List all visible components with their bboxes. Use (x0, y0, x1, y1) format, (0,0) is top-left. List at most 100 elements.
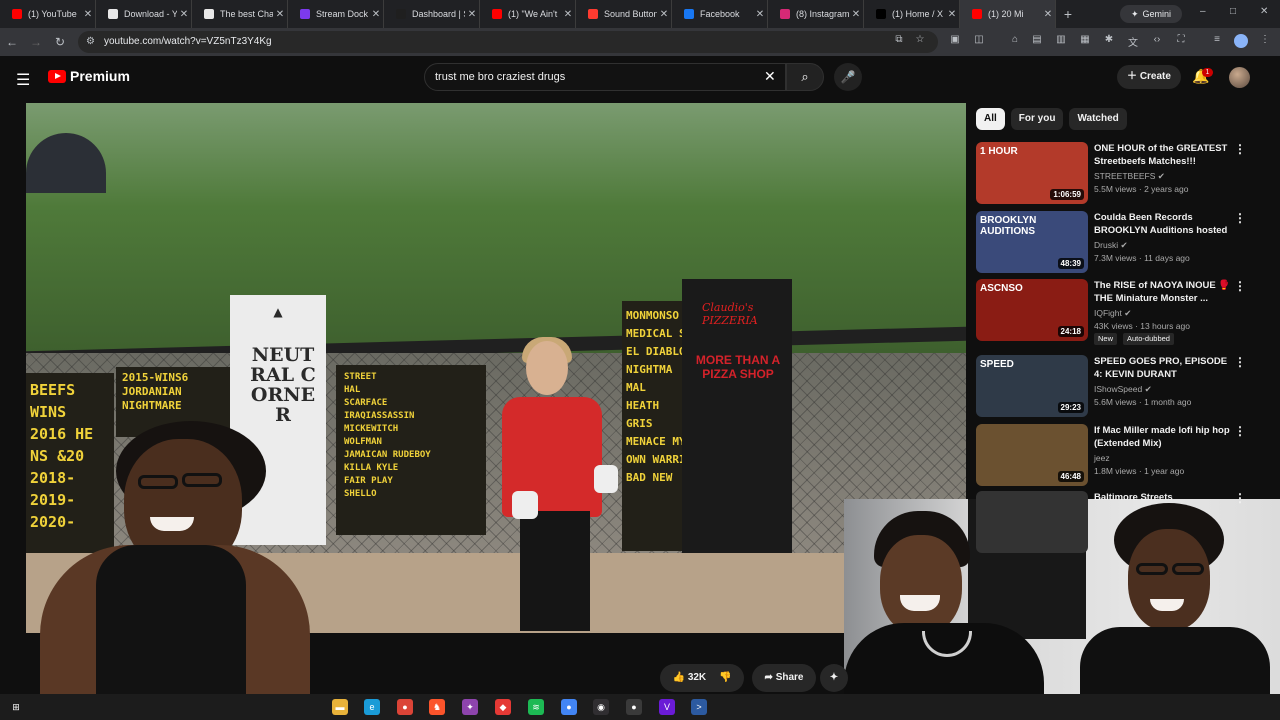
more-actions-icon[interactable]: ⋮ (1234, 424, 1246, 438)
extension-icon[interactable]: ▥ (1054, 34, 1068, 48)
app-icon[interactable]: ✦ (462, 699, 478, 715)
channel-name[interactable]: IQFight ✔ (1094, 308, 1131, 319)
recommendation-item[interactable]: 46:48 If Mac Miller made lofi hip hop (Ex… (976, 424, 1276, 488)
tab-search-icon[interactable]: ≡ (1210, 34, 1224, 48)
more-actions-icon[interactable]: ⋮ (1234, 491, 1246, 505)
close-tab-icon[interactable]: ✕ (369, 9, 383, 20)
browser-tab[interactable]: Facebook ✕ (672, 0, 768, 28)
install-app-icon[interactable]: ⧉ (892, 34, 906, 48)
close-tab-icon[interactable]: ✕ (1041, 9, 1055, 20)
like-button[interactable]: 👍 32K (673, 672, 707, 683)
more-actions-icon[interactable]: ⋮ (1234, 355, 1246, 369)
close-window-button[interactable]: ✕ (1260, 6, 1268, 17)
browser-tab[interactable]: (1) Home / X ✕ (864, 0, 960, 28)
hamburger-menu-icon[interactable]: ☰ (16, 70, 30, 90)
screenshot-icon[interactable]: ⛶ (1174, 34, 1188, 48)
video-thumbnail[interactable]: 1 HOUR 1:06:59 (976, 142, 1088, 204)
recording-icon[interactable]: ● (626, 699, 642, 715)
profile-avatar[interactable] (1234, 34, 1248, 48)
devtools-icon[interactable]: ‹› (1150, 34, 1164, 48)
video-thumbnail[interactable]: SPEED 29:23 (976, 355, 1088, 417)
close-tab-icon[interactable]: ✕ (561, 9, 575, 20)
browser-tab[interactable]: Dashboard | S ✕ (384, 0, 480, 28)
video-title[interactable]: ONE HOUR of the GREATEST Streetbeefs Mat… (1094, 142, 1232, 168)
brave-icon[interactable]: ♞ (429, 699, 445, 715)
video-thumbnail[interactable] (976, 491, 1088, 553)
more-actions-icon[interactable]: ⋮ (1234, 211, 1246, 225)
close-tab-icon[interactable]: ✕ (945, 9, 959, 20)
file-explorer-icon[interactable]: ▬ (332, 699, 348, 715)
more-actions-icon[interactable]: ⋮ (1234, 142, 1246, 156)
browser-tab[interactable]: (8) Instagram ✕ (768, 0, 864, 28)
reload-icon[interactable]: ↻ (48, 35, 72, 49)
forward-icon[interactable]: → (24, 35, 48, 49)
chip-for-you[interactable]: For you (1010, 108, 1064, 130)
ask-ai-button[interactable]: ✦ (820, 664, 848, 692)
channel-name[interactable]: IShowSpeed ✔ (1094, 384, 1152, 395)
extension-icon[interactable]: ◫ (972, 34, 986, 48)
extension-icon[interactable]: ▣ (948, 34, 962, 48)
edge-icon[interactable]: e (364, 699, 380, 715)
chrome-profile-icon[interactable]: ● (561, 699, 577, 715)
extension-icon[interactable]: ▦ (1078, 34, 1092, 48)
video-thumbnail[interactable]: BROOKLYN AUDITIONS 48:39 (976, 211, 1088, 273)
terminal-icon[interactable]: > (691, 699, 707, 715)
close-tab-icon[interactable]: ✕ (657, 9, 671, 20)
channel-name[interactable]: STREETBEEFS ✔ (1094, 171, 1165, 182)
create-button[interactable]: ＋ Create (1117, 65, 1181, 89)
site-info-icon[interactable]: ⚙ (86, 31, 95, 53)
extension-icon[interactable]: ✱ (1102, 34, 1116, 48)
voice-search-button[interactable]: 🎤 (834, 63, 862, 91)
translate-icon[interactable]: 文 (1126, 34, 1140, 49)
extension-icon[interactable]: ⌂ (1008, 34, 1022, 48)
video-thumbnail[interactable]: 46:48 (976, 424, 1088, 486)
browser-tab[interactable]: The best Cha ✕ (192, 0, 288, 28)
video-title[interactable]: Coulda Been Records BROOKLYN Auditions h… (1094, 211, 1232, 237)
minimize-button[interactable]: – (1200, 6, 1206, 17)
channel-name[interactable]: Druski ✔ (1094, 240, 1128, 251)
bookmark-star-icon[interactable]: ☆ (913, 34, 927, 48)
video-title[interactable]: The RISE of NAOYA INOUE 🥊 THE Miniature … (1094, 279, 1232, 305)
account-avatar[interactable] (1229, 67, 1250, 88)
video-title[interactable]: If Mac Miller made lofi hip hop (Extende… (1094, 424, 1232, 450)
dislike-button[interactable]: 👎 (719, 672, 731, 683)
vegas-icon[interactable]: V (659, 699, 675, 715)
recommendation-item[interactable]: Baltimore Streets ⋮ (976, 491, 1276, 555)
url-input[interactable]: ⚙ youtube.com/watch?v=VZ5nTz3Y4Kg (78, 31, 938, 53)
recommendation-item[interactable]: 1 HOUR 1:06:59 ONE HOUR of the GREATEST St… (976, 142, 1276, 206)
clear-search-icon[interactable]: ✕ (764, 68, 776, 85)
share-button[interactable]: ➦ Share (752, 664, 816, 692)
gemini-button[interactable]: ✦ Gemini (1120, 5, 1182, 23)
recommendation-item[interactable]: BROOKLYN AUDITIONS 48:39 Coulda Been Recor… (976, 211, 1276, 275)
video-thumbnail[interactable]: ASCNSO 24:18 (976, 279, 1088, 341)
close-tab-icon[interactable]: ✕ (849, 9, 863, 20)
chip-watched[interactable]: Watched (1069, 108, 1127, 130)
chip-all[interactable]: All (976, 108, 1005, 130)
search-button[interactable]: ⌕ (786, 63, 824, 91)
close-tab-icon[interactable]: ✕ (273, 9, 287, 20)
close-tab-icon[interactable]: ✕ (177, 9, 191, 20)
windows-start-icon[interactable]: ⊞ (8, 699, 24, 715)
youtube-logo[interactable]: Premium (48, 68, 130, 84)
search-input[interactable]: trust me bro craziest drugs (424, 63, 786, 91)
app-red-icon[interactable]: ◆ (495, 699, 511, 715)
browser-tab[interactable]: (1) 20 Mi ✕ (960, 0, 1056, 28)
browser-tab[interactable]: Sound Button ✕ (576, 0, 672, 28)
browser-tab[interactable]: Stream Dock ✕ (288, 0, 384, 28)
maximize-button[interactable]: □ (1230, 6, 1236, 17)
browser-tab[interactable]: (1) "We Ain't ✕ (480, 0, 576, 28)
new-tab-button[interactable]: + (1056, 6, 1080, 22)
close-tab-icon[interactable]: ✕ (753, 9, 767, 20)
back-icon[interactable]: ← (0, 35, 24, 49)
more-actions-icon[interactable]: ⋮ (1234, 279, 1246, 293)
video-title[interactable]: Baltimore Streets (1094, 491, 1232, 504)
browser-tab[interactable]: Download - Y ✕ (96, 0, 192, 28)
chrome-menu-icon[interactable]: ⋮ (1258, 34, 1272, 48)
recommendation-item[interactable]: ASCNSO 24:18 The RISE of NAOYA INOUE 🥊 THE… (976, 279, 1276, 345)
close-tab-icon[interactable]: ✕ (81, 9, 95, 20)
video-title[interactable]: SPEED GOES PRO, EPISODE 4: KEVIN DURANT … (1094, 355, 1232, 381)
channel-name[interactable]: jeez (1094, 453, 1110, 463)
extension-icon[interactable]: ▤ (1030, 34, 1044, 48)
recommendation-item[interactable]: SPEED 29:23 SPEED GOES PRO, EPISODE 4: KEV… (976, 355, 1276, 419)
close-tab-icon[interactable]: ✕ (465, 9, 479, 20)
